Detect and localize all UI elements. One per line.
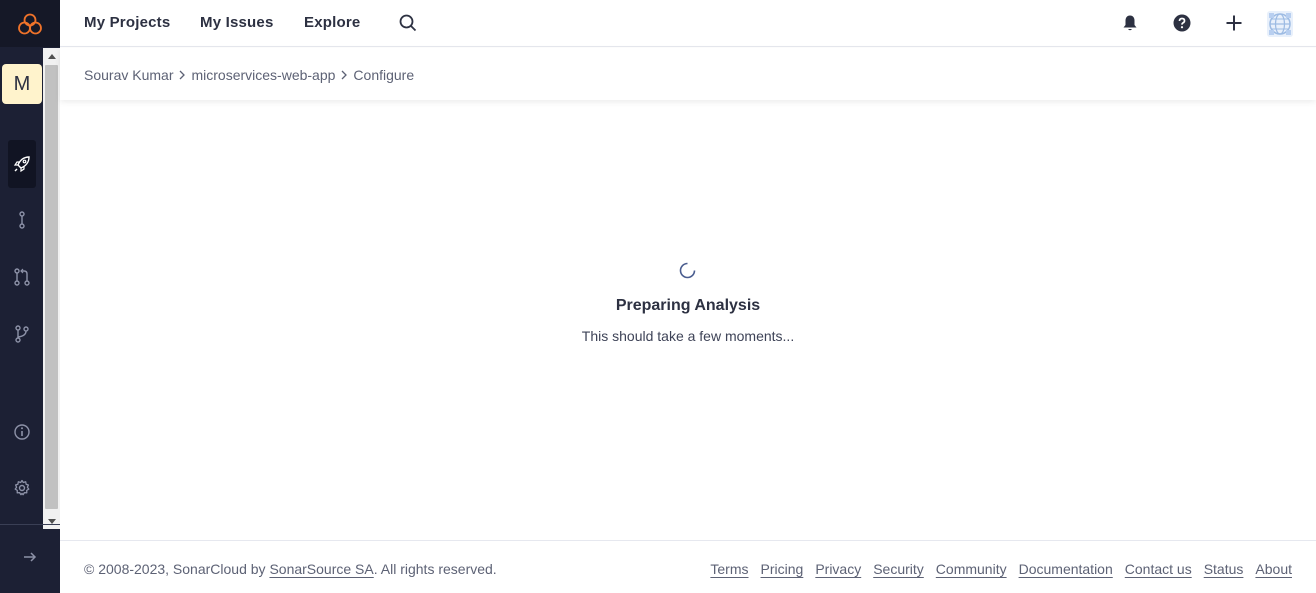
copyright-suffix: . All rights reserved. bbox=[373, 561, 497, 577]
footer-link-security[interactable]: Security bbox=[873, 561, 924, 577]
footer-link-pricing[interactable]: Pricing bbox=[761, 561, 804, 577]
breadcrumb-organization[interactable]: Sourav Kumar bbox=[84, 67, 173, 83]
search-button[interactable] bbox=[397, 12, 419, 34]
sidebar-item-pull-requests[interactable] bbox=[8, 263, 36, 291]
footer-links: Terms Pricing Privacy Security Community… bbox=[710, 561, 1292, 577]
footer-link-contact-us[interactable]: Contact us bbox=[1125, 561, 1192, 577]
left-sidebar: M bbox=[0, 0, 60, 593]
copyright-text: © 2008-2023, SonarCloud by SonarSource S… bbox=[84, 561, 497, 577]
expand-sidebar-button[interactable] bbox=[16, 546, 44, 568]
cloud-logo-icon bbox=[18, 13, 42, 34]
chevron-right-icon bbox=[340, 70, 348, 80]
footer-link-community[interactable]: Community bbox=[936, 561, 1007, 577]
footer-link-privacy[interactable]: Privacy bbox=[815, 561, 861, 577]
sonarcloud-logo[interactable] bbox=[0, 0, 60, 47]
user-avatar-icon bbox=[1267, 11, 1293, 37]
help-button[interactable] bbox=[1171, 12, 1193, 34]
scroll-up-arrow[interactable] bbox=[45, 50, 58, 62]
rocket-icon bbox=[13, 156, 30, 173]
plus-icon bbox=[1226, 15, 1242, 31]
footer-link-terms[interactable]: Terms bbox=[710, 561, 748, 577]
sidebar-divider bbox=[0, 524, 60, 525]
nav-explore[interactable]: Explore bbox=[304, 14, 360, 31]
footer-link-status[interactable]: Status bbox=[1204, 561, 1244, 577]
commit-icon bbox=[19, 211, 25, 229]
project-avatar[interactable]: M bbox=[2, 64, 42, 104]
top-navigation-bar: My Projects My Issues Explore bbox=[60, 0, 1316, 47]
gear-icon bbox=[14, 479, 30, 496]
sidebar-item-overview[interactable] bbox=[8, 140, 36, 188]
breadcrumb: Sourav Kumar microservices-web-app Confi… bbox=[84, 67, 414, 83]
footer: © 2008-2023, SonarCloud by SonarSource S… bbox=[60, 540, 1316, 593]
loading-spinner-icon bbox=[679, 262, 696, 279]
breadcrumb-project[interactable]: microservices-web-app bbox=[191, 67, 335, 83]
user-avatar[interactable] bbox=[1267, 11, 1293, 37]
arrow-right-icon bbox=[24, 552, 37, 562]
sidebar-item-branches[interactable] bbox=[8, 320, 36, 348]
nav-my-projects[interactable]: My Projects bbox=[84, 14, 170, 31]
branch-icon bbox=[15, 325, 29, 343]
info-icon bbox=[14, 424, 30, 440]
scroll-up-icon bbox=[47, 53, 56, 59]
sidebar-scrollbar-thumb[interactable] bbox=[45, 65, 58, 509]
page-title: Preparing Analysis bbox=[615, 297, 761, 314]
nav-my-issues[interactable]: My Issues bbox=[200, 14, 274, 31]
scroll-down-icon bbox=[47, 518, 56, 524]
sidebar-item-information[interactable] bbox=[8, 418, 36, 446]
create-button[interactable] bbox=[1223, 12, 1245, 34]
help-icon bbox=[1173, 14, 1191, 32]
sidebar-item-administration[interactable] bbox=[8, 474, 36, 502]
footer-link-documentation[interactable]: Documentation bbox=[1019, 561, 1113, 577]
sidebar-item-commits[interactable] bbox=[8, 206, 36, 234]
footer-link-about[interactable]: About bbox=[1255, 561, 1292, 577]
pull-request-icon bbox=[14, 268, 30, 286]
scroll-down-arrow[interactable] bbox=[45, 515, 58, 527]
search-icon bbox=[399, 14, 417, 32]
copyright-prefix: © 2008-2023, SonarCloud by bbox=[84, 561, 270, 577]
breadcrumb-current-page: Configure bbox=[353, 67, 415, 83]
chevron-right-icon bbox=[178, 70, 186, 80]
page-subtitle: This should take a few moments... bbox=[581, 328, 795, 344]
notifications-button[interactable] bbox=[1119, 12, 1141, 34]
breadcrumb-bar: Sourav Kumar microservices-web-app Confi… bbox=[60, 48, 1316, 100]
main-content: Preparing Analysis This should take a fe… bbox=[60, 100, 1316, 540]
bell-icon bbox=[1123, 15, 1137, 31]
footer-link-sonarsource[interactable]: SonarSource SA bbox=[269, 561, 373, 577]
